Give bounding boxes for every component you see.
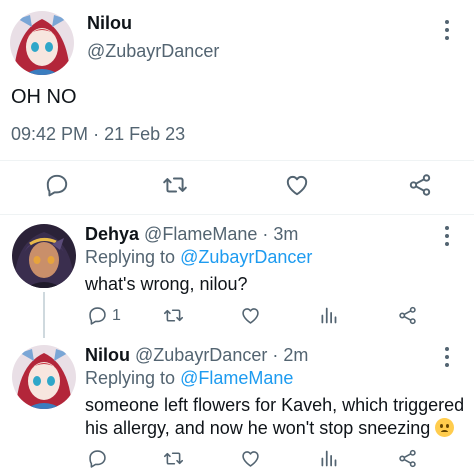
tweet-date: 21 Feb 23 bbox=[104, 124, 186, 144]
retweet-button[interactable] bbox=[163, 305, 184, 326]
sad-face-emoji bbox=[435, 418, 455, 437]
share-icon bbox=[409, 174, 431, 196]
retweet-icon bbox=[163, 177, 187, 193]
retweet-icon bbox=[163, 452, 184, 465]
more-icon[interactable] bbox=[444, 347, 450, 367]
tweet-time: 09:42 PM bbox=[11, 124, 89, 144]
like-icon bbox=[242, 308, 259, 324]
replying-to-handle[interactable]: @ZubayrDancer bbox=[180, 247, 312, 267]
reply-button[interactable] bbox=[44, 172, 70, 198]
reply-icon bbox=[89, 307, 106, 325]
reply-author-handle[interactable]: @ZubayrDancer bbox=[135, 345, 267, 365]
reply-age[interactable]: 3m bbox=[273, 224, 298, 244]
timestamp-separator: · bbox=[93, 124, 100, 144]
like-icon bbox=[242, 451, 259, 467]
replying-to-label: Replying to bbox=[85, 368, 176, 388]
replying-to: Replying to @ZubayrDancer bbox=[85, 247, 312, 268]
reply-author-name[interactable]: Nilou bbox=[85, 345, 130, 365]
reply-button[interactable]: 1 bbox=[87, 305, 121, 326]
reply-text-line: someone left flowers for Kaveh, which tr… bbox=[85, 395, 465, 415]
reply-icon bbox=[89, 450, 106, 468]
views-button[interactable] bbox=[318, 305, 339, 326]
header-separator: · bbox=[272, 345, 279, 365]
main-author-handle[interactable]: @ZubayrDancer bbox=[87, 41, 219, 62]
replying-to-label: Replying to bbox=[85, 247, 176, 267]
main-tweet-timestamp[interactable]: 09:42 PM · 21 Feb 23 bbox=[11, 124, 185, 145]
share-button[interactable] bbox=[397, 448, 418, 469]
reply-text-line: his allergy, and now he won't stop sneez… bbox=[85, 417, 464, 440]
share-icon bbox=[399, 306, 416, 325]
like-icon bbox=[286, 175, 308, 196]
replying-to-handle[interactable]: @FlameMane bbox=[180, 368, 293, 388]
nilou-avatar[interactable] bbox=[12, 345, 76, 409]
views-button[interactable] bbox=[318, 448, 339, 469]
divider bbox=[0, 214, 474, 215]
reply-icon bbox=[46, 174, 68, 197]
reply-count: 1 bbox=[112, 306, 121, 324]
views-icon bbox=[321, 450, 337, 467]
like-button[interactable] bbox=[240, 305, 261, 326]
replying-to: Replying to @FlameMane bbox=[85, 368, 293, 389]
like-button[interactable] bbox=[284, 172, 310, 198]
main-tweet-text: OH NO bbox=[11, 86, 77, 108]
header-separator: · bbox=[262, 224, 269, 244]
reply-header: Dehya @FlameMane · 3m bbox=[85, 224, 298, 245]
reply-text: someone left flowers for Kaveh, which tr… bbox=[85, 394, 464, 440]
divider bbox=[0, 160, 474, 161]
reply-button[interactable] bbox=[87, 448, 108, 469]
nilou-avatar[interactable] bbox=[10, 11, 74, 75]
reply-age[interactable]: 2m bbox=[283, 345, 308, 365]
dehya-avatar[interactable] bbox=[12, 224, 76, 288]
share-button[interactable] bbox=[407, 172, 433, 198]
reply-author-name[interactable]: Dehya bbox=[85, 224, 139, 244]
retweet-button[interactable] bbox=[163, 448, 184, 469]
main-author-name[interactable]: Nilou bbox=[87, 13, 132, 34]
reply-header: Nilou @ZubayrDancer · 2m bbox=[85, 345, 308, 366]
thread-line bbox=[43, 292, 45, 338]
retweet-button[interactable] bbox=[162, 172, 188, 198]
views-icon bbox=[321, 307, 337, 324]
retweet-icon bbox=[163, 309, 184, 322]
reply-author-handle[interactable]: @FlameMane bbox=[144, 224, 257, 244]
like-button[interactable] bbox=[240, 448, 261, 469]
reply-text: what's wrong, nilou? bbox=[85, 274, 248, 294]
share-button[interactable] bbox=[397, 305, 418, 326]
more-icon[interactable] bbox=[444, 20, 450, 40]
share-icon bbox=[399, 449, 416, 468]
more-icon[interactable] bbox=[444, 226, 450, 246]
